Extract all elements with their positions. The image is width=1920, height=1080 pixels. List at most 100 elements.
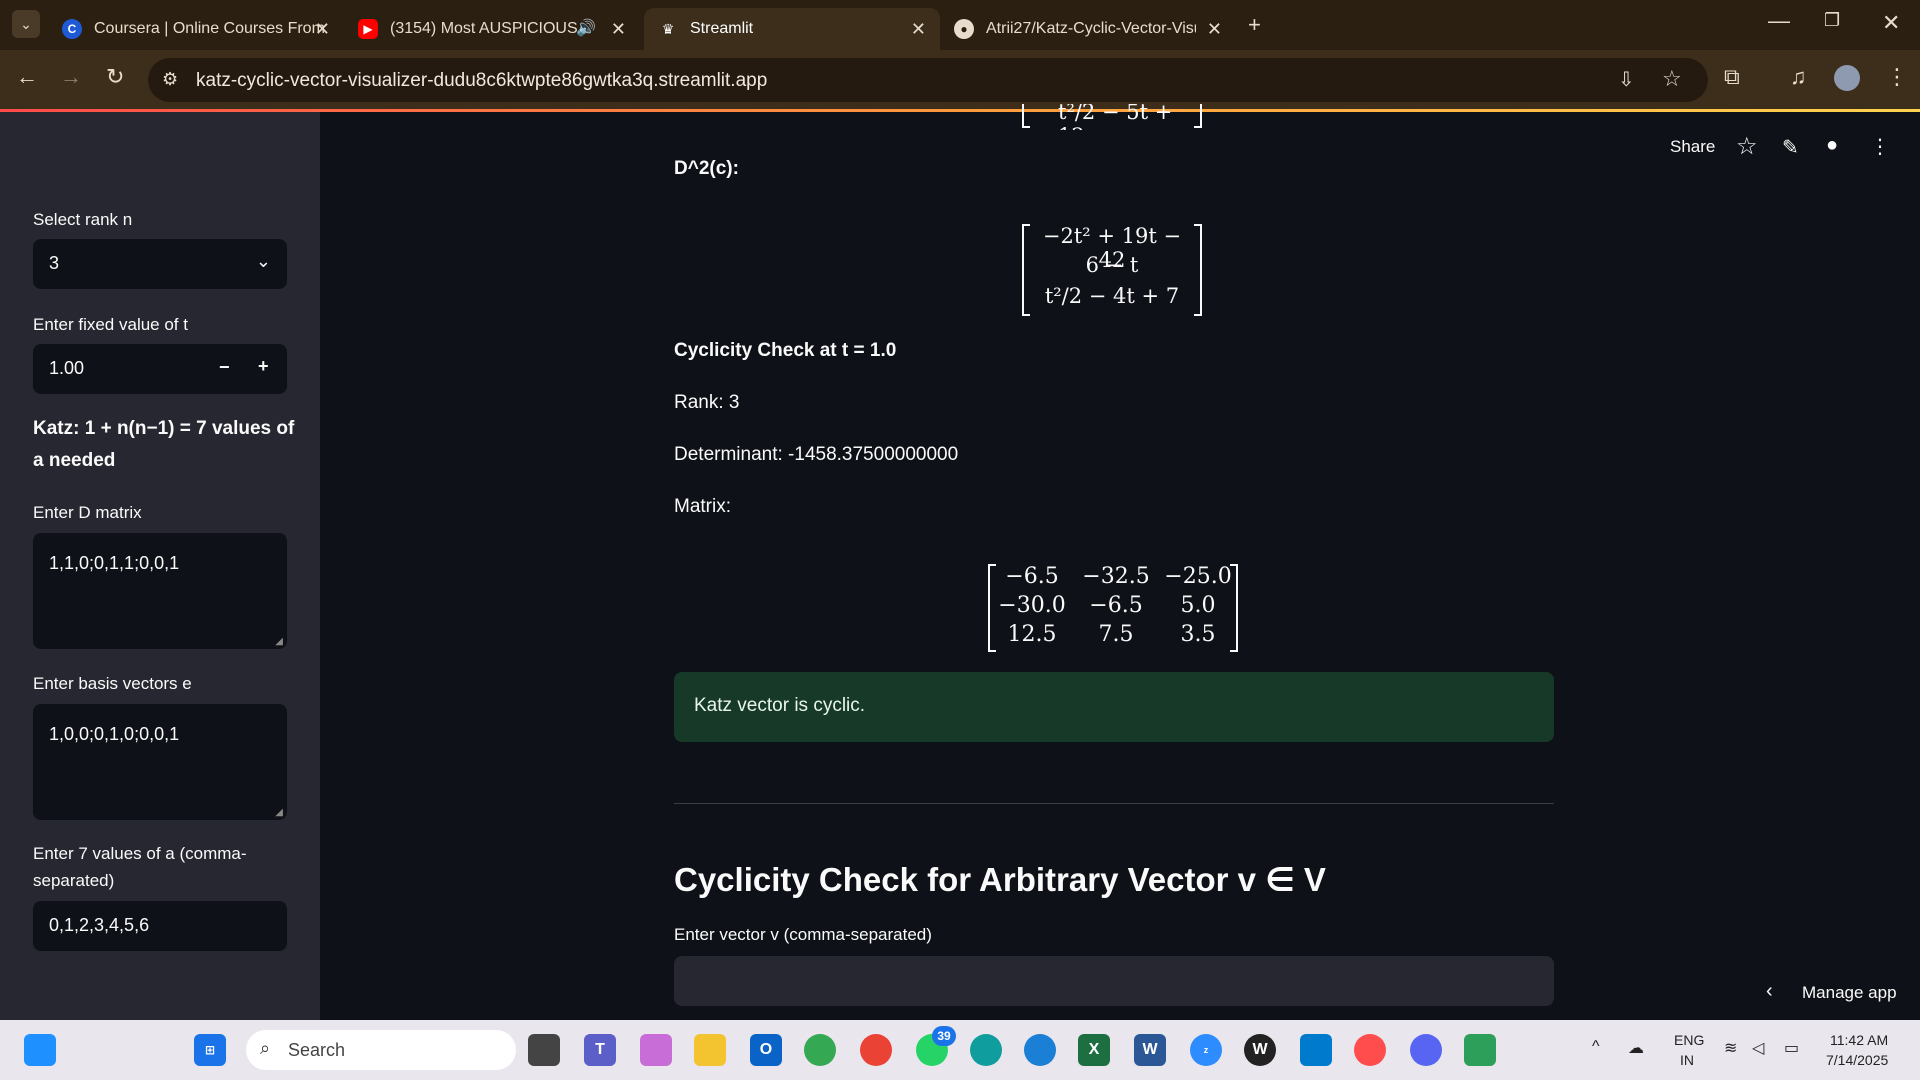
- clock-time[interactable]: 11:42 AM: [1830, 1032, 1888, 1048]
- forward-icon[interactable]: →: [60, 64, 82, 90]
- share-button[interactable]: Share: [1670, 137, 1715, 157]
- back-icon[interactable]: ←: [16, 64, 38, 90]
- speaker-icon[interactable]: 🔊: [576, 18, 596, 38]
- coursera-icon: C: [62, 19, 82, 39]
- lang-line2[interactable]: IN: [1680, 1052, 1694, 1068]
- matrix-cell: 5.0: [1180, 593, 1216, 618]
- restore-icon[interactable]: ❐: [1824, 10, 1840, 31]
- copilot-icon[interactable]: [640, 1034, 672, 1066]
- basis-vectors-label: Enter basis vectors e: [33, 674, 192, 693]
- onedrive-icon[interactable]: ☁: [1628, 1038, 1644, 1058]
- resize-handle-icon[interactable]: ◢: [275, 807, 283, 818]
- media-control-icon[interactable]: ♫: [1790, 64, 1807, 90]
- taskbar-search-box[interactable]: ⌕ Search: [246, 1030, 516, 1070]
- app-red-icon[interactable]: [1354, 1034, 1386, 1066]
- tab-title: (3154) Most AUSPICIOUS S: [390, 20, 580, 37]
- sidebar: Select rank n 3 ⌄ Enter fixed value of t…: [0, 112, 320, 1020]
- a-values-label-line2: separated): [33, 871, 115, 890]
- vector-input-label: Enter vector v (comma-separated): [674, 925, 932, 944]
- matrix-cell: −6.5: [1005, 564, 1059, 589]
- t-label: Enter fixed value of t: [33, 315, 188, 334]
- security-app-icon[interactable]: [1464, 1034, 1496, 1066]
- d2-label: D^2(c):: [674, 158, 739, 179]
- file-explorer-icon[interactable]: [694, 1034, 726, 1066]
- d-matrix-label: Enter D matrix: [33, 503, 142, 522]
- chrome-active-icon[interactable]: [860, 1034, 892, 1066]
- reload-icon[interactable]: ↻: [106, 64, 124, 90]
- rank-select[interactable]: 3 ⌄: [33, 239, 287, 289]
- close-icon[interactable]: ✕: [1207, 19, 1222, 40]
- d2-row-1: 6 − t: [1085, 253, 1139, 277]
- outlook-icon[interactable]: O: [750, 1034, 782, 1066]
- omnibox[interactable]: ⚙ katz-cyclic-vector-visualizer-dudu8c6k…: [148, 58, 1708, 102]
- close-icon[interactable]: ✕: [611, 19, 626, 40]
- d2-vector: −2t² + 19t − 42 6 − t t²/2 − 4t + 7: [1020, 224, 1204, 316]
- tab-streamlit[interactable]: ♛ Streamlit ✕: [644, 8, 940, 50]
- widgets-icon[interactable]: [24, 1034, 56, 1066]
- bookmark-star-icon[interactable]: ☆: [1662, 66, 1682, 92]
- wordpress-icon[interactable]: W: [1244, 1034, 1276, 1066]
- battery-icon[interactable]: ▭: [1784, 1038, 1799, 1058]
- tab-search-button[interactable]: ⌄: [12, 10, 40, 38]
- t-number-input[interactable]: 1.00 − +: [33, 344, 287, 394]
- resize-handle-icon[interactable]: ◢: [275, 636, 283, 647]
- matrix-cell: −25.0: [1164, 564, 1232, 589]
- word-icon[interactable]: W: [1134, 1034, 1166, 1066]
- task-view-icon[interactable]: [528, 1034, 560, 1066]
- close-icon[interactable]: ✕: [315, 19, 330, 40]
- increment-button[interactable]: +: [258, 356, 269, 377]
- excel-icon[interactable]: X: [1078, 1034, 1110, 1066]
- site-info-icon[interactable]: ⚙: [162, 69, 178, 90]
- edge-beta-icon[interactable]: [1024, 1034, 1056, 1066]
- matrix-cell: −32.5: [1082, 564, 1150, 589]
- manage-app-button[interactable]: ‹ Manage app: [1762, 980, 1912, 1008]
- app-menu-icon[interactable]: ⋮: [1870, 134, 1890, 159]
- vector-input[interactable]: [674, 956, 1554, 1006]
- window-close-icon[interactable]: ✕: [1882, 10, 1900, 36]
- vscode-icon[interactable]: [1300, 1034, 1332, 1066]
- clock-date[interactable]: 7/14/2025: [1826, 1052, 1888, 1068]
- browser-tab-bar: ⌄ C Coursera | Online Courses From ✕ ▶ (…: [0, 0, 1920, 50]
- a-values-input[interactable]: 0,1,2,3,4,5,6: [33, 901, 287, 951]
- chrome-icon[interactable]: [804, 1034, 836, 1066]
- volume-icon[interactable]: ◁: [1752, 1038, 1764, 1058]
- extensions-icon[interactable]: ⧉: [1724, 64, 1740, 90]
- d-matrix-textarea[interactable]: 1,1,0;0,1,1;0,0,1 ◢: [33, 533, 287, 649]
- t-value: 1.00: [49, 358, 85, 378]
- matrix-label: Matrix:: [674, 496, 731, 517]
- tab-title: Streamlit: [690, 20, 754, 37]
- wifi-icon[interactable]: ≋: [1724, 1038, 1737, 1058]
- matrix-cell: 12.5: [1007, 622, 1057, 647]
- tab-github[interactable]: ● Atrii27/Katz-Cyclic-Vector-Visua ✕: [940, 8, 1236, 50]
- github-icon[interactable]: ●: [1826, 134, 1838, 157]
- matrix-cell: 7.5: [1098, 622, 1134, 647]
- bracket-left: [988, 564, 996, 652]
- streamlit-icon: ♛: [661, 20, 675, 37]
- start-button-icon[interactable]: ⊞: [194, 1034, 226, 1066]
- teams-icon[interactable]: T: [584, 1034, 616, 1066]
- decrement-button[interactable]: −: [219, 357, 230, 378]
- d-matrix-value: 1,1,0;0,1,1;0,0,1: [49, 553, 180, 573]
- whatsapp-icon[interactable]: 39: [916, 1026, 956, 1066]
- edge-icon[interactable]: [970, 1034, 1002, 1066]
- tray-chevron-up-icon[interactable]: ^: [1592, 1038, 1600, 1056]
- edit-icon[interactable]: ✎: [1782, 135, 1799, 160]
- profile-avatar[interactable]: [1834, 65, 1860, 91]
- star-icon[interactable]: ☆: [1736, 132, 1758, 161]
- close-icon[interactable]: ✕: [911, 19, 926, 40]
- tab-coursera[interactable]: C Coursera | Online Courses From ✕: [48, 8, 344, 50]
- success-alert: Katz vector is cyclic.: [674, 672, 1554, 742]
- discord-icon[interactable]: [1410, 1034, 1442, 1066]
- tab-youtube[interactable]: ▶ (3154) Most AUSPICIOUS S 🔊 ✕: [344, 8, 640, 50]
- minimize-icon[interactable]: —: [1768, 8, 1790, 34]
- result-matrix: −6.5 −32.5 −25.0 −30.0 −6.5 5.0 12.5 7.5…: [986, 564, 1240, 652]
- chrome-menu-icon[interactable]: ⋮: [1886, 64, 1908, 90]
- basis-vectors-value: 1,0,0;0,1,0;0,0,1: [49, 724, 180, 744]
- install-app-icon[interactable]: ⇩: [1618, 67, 1635, 92]
- lang-line1[interactable]: ENG: [1674, 1032, 1704, 1048]
- new-tab-icon[interactable]: +: [1248, 12, 1261, 38]
- bracket-left: [1022, 104, 1030, 128]
- basis-vectors-textarea[interactable]: 1,0,0;0,1,0;0,0,1 ◢: [33, 704, 287, 820]
- zoom-icon[interactable]: z: [1190, 1034, 1222, 1066]
- search-placeholder: Search: [288, 1040, 346, 1060]
